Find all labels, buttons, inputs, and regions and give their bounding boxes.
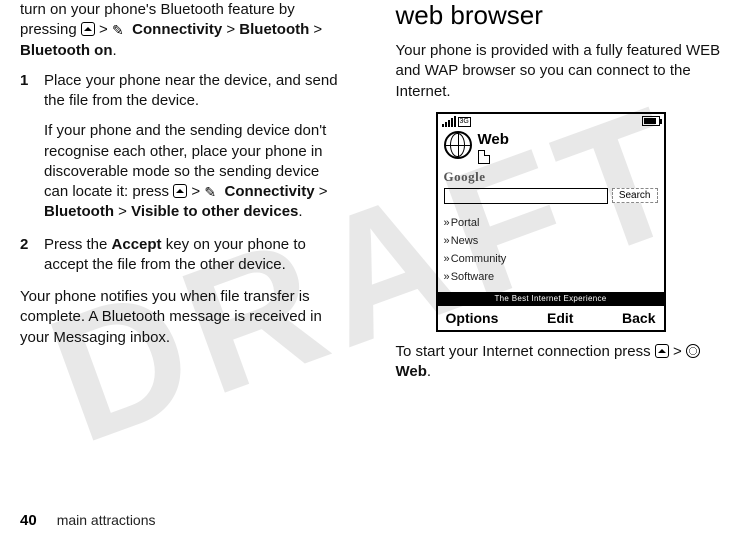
google-logo: Google xyxy=(444,169,486,184)
left-column: turn on your phone's Bluetooth feature b… xyxy=(20,0,371,382)
home-icon xyxy=(81,22,95,36)
step-1-para-1: Place your phone near the device, and se… xyxy=(44,71,346,112)
link-portal[interactable]: Portal xyxy=(444,214,658,232)
step-2-number: 2 xyxy=(20,235,44,276)
nav-connectivity: Connectivity xyxy=(132,21,222,38)
softkey-bar: Options Edit Back xyxy=(438,305,664,330)
status-bar: 3G xyxy=(438,114,664,129)
page-content: turn on your phone's Bluetooth feature b… xyxy=(0,0,741,382)
web-outro-pre: To start your Internet connection press xyxy=(396,343,655,360)
page-footer: 40 main attractions xyxy=(20,512,156,529)
step-2: 2 Press the Accept key on your phone to … xyxy=(20,235,346,276)
softkey-back[interactable]: Back xyxy=(622,310,655,326)
phone-screen-mockup: 3G Web Google Search Portal News xyxy=(436,112,666,332)
step-1-number: 1 xyxy=(20,71,44,223)
page-number: 40 xyxy=(20,512,37,529)
nav-bluetooth: Bluetooth xyxy=(44,203,114,220)
softkey-options[interactable]: Options xyxy=(446,310,499,326)
step-1: 1 Place your phone near the device, and … xyxy=(20,71,346,223)
web-browser-heading: web browser xyxy=(396,0,722,31)
link-news[interactable]: News xyxy=(444,232,658,250)
web-intro: Your phone is provided with a fully feat… xyxy=(396,41,722,102)
search-row: Search xyxy=(438,188,664,214)
step-2-para: Press the Accept key on your phone to ac… xyxy=(44,235,346,276)
chapter-name: main attractions xyxy=(57,512,156,528)
home-icon xyxy=(655,344,669,358)
nav-web: Web xyxy=(396,363,427,380)
google-row: Google xyxy=(438,164,664,188)
globe-icon xyxy=(444,131,472,159)
link-software[interactable]: Software xyxy=(444,268,658,286)
bluetooth-outro: Your phone notifies you when file transf… xyxy=(20,287,346,348)
web-outro: To start your Internet connection press … xyxy=(396,342,722,383)
document-icon xyxy=(478,150,490,164)
network-indicator: 3G xyxy=(458,117,471,127)
softkey-edit[interactable]: Edit xyxy=(547,310,573,326)
connectivity-icon xyxy=(204,187,220,197)
nav-connectivity: Connectivity xyxy=(225,183,315,200)
home-icon xyxy=(173,184,187,198)
step-1-para-2: If your phone and the sending device don… xyxy=(44,121,346,222)
nav-bluetooth: Bluetooth xyxy=(239,21,309,38)
globe-icon-small xyxy=(686,344,700,358)
step-2-pre: Press the xyxy=(44,236,112,253)
bluetooth-intro: turn on your phone's Bluetooth feature b… xyxy=(20,0,346,61)
search-input[interactable] xyxy=(444,188,608,204)
search-button[interactable]: Search xyxy=(612,188,658,203)
accept-key-label: Accept xyxy=(112,236,162,253)
screen-title: Web xyxy=(478,131,509,148)
steps-list: 1 Place your phone near the device, and … xyxy=(20,71,346,275)
nav-bluetooth-on: Bluetooth on xyxy=(20,42,112,59)
battery-icon xyxy=(642,116,660,126)
connectivity-icon xyxy=(112,25,128,35)
right-column: web browser Your phone is provided with … xyxy=(371,0,722,382)
link-list: Portal News Community Software xyxy=(438,214,664,292)
signal-icon xyxy=(442,116,456,127)
title-bar: Web xyxy=(438,129,664,164)
link-community[interactable]: Community xyxy=(444,250,658,268)
nav-visible: Visible to other devices xyxy=(131,203,298,220)
banner-text: The Best Internet Experience xyxy=(438,292,664,305)
